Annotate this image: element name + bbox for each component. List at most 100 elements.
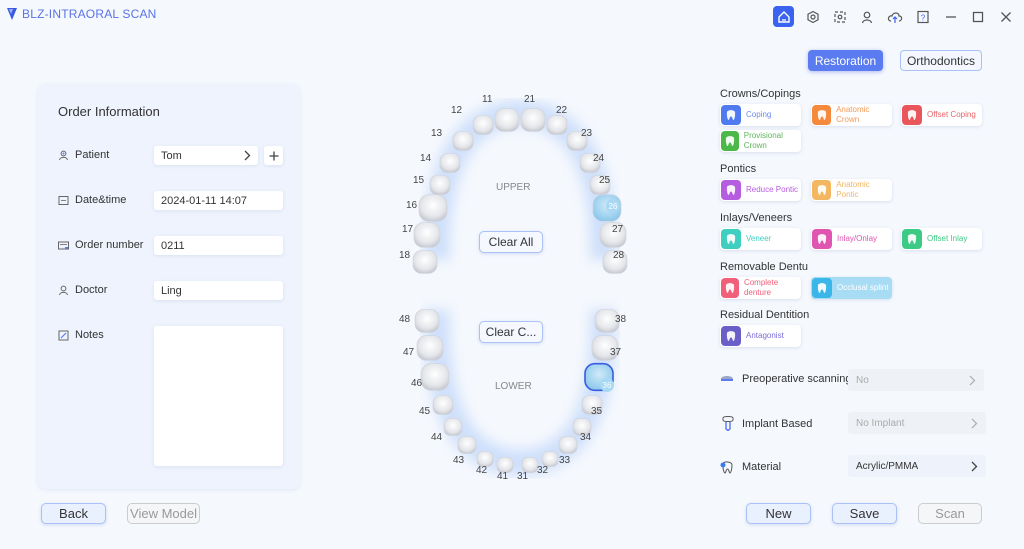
- tooth-number-label: 11: [482, 94, 493, 105]
- tooth-number-label: 45: [419, 406, 431, 417]
- section-title: Inlays/Veneers: [720, 212, 793, 224]
- patient-value: Tom: [161, 149, 182, 162]
- tooth-18[interactable]: [412, 250, 438, 274]
- add-patient-button[interactable]: [264, 146, 283, 165]
- tooth-43[interactable]: [457, 436, 477, 454]
- datetime-field[interactable]: 2024-01-11 14:07: [154, 191, 283, 210]
- restoration-type-offset-inlay[interactable]: Offset Inlay: [901, 228, 982, 250]
- restoration-type-veneer[interactable]: Veneer: [720, 228, 801, 250]
- chevron-right-icon: [244, 150, 251, 161]
- restoration-type-coping[interactable]: Coping: [720, 104, 801, 126]
- implant-label: Implant Based: [742, 417, 813, 430]
- tooth-icon: [812, 229, 832, 249]
- tooth-icon: [812, 105, 832, 125]
- material-select[interactable]: Acrylic/PMMA: [848, 455, 986, 477]
- cloud-upload-button[interactable]: [884, 6, 905, 27]
- datetime-label: Date&time: [75, 194, 127, 206]
- restoration-type-inlay-onlay[interactable]: Inlay/Onlay: [811, 228, 892, 250]
- doctor-field[interactable]: Ling: [154, 281, 283, 300]
- patient-select[interactable]: Tom: [154, 146, 258, 165]
- implant-select[interactable]: No Implant: [848, 412, 986, 434]
- scan-button[interactable]: Scan: [918, 503, 982, 524]
- tooth-number-label: 18: [399, 250, 411, 261]
- tooth-number-label: 12: [451, 105, 463, 116]
- tooth-number-label: 42: [476, 465, 488, 476]
- tooth-14[interactable]: [439, 153, 461, 173]
- restoration-type-label: Inlay/Onlay: [837, 234, 878, 243]
- tooth-number-label: 31: [517, 471, 529, 482]
- tooth-16[interactable]: [418, 194, 448, 222]
- close-icon: [1000, 11, 1011, 22]
- tooth-number-label: 28: [613, 250, 625, 261]
- tooth-48[interactable]: [414, 309, 440, 333]
- home-button[interactable]: [773, 6, 794, 27]
- restoration-type-label: Offset Coping: [927, 110, 976, 119]
- tab-restoration[interactable]: Restoration: [808, 50, 883, 71]
- save-button[interactable]: Save: [832, 503, 897, 524]
- user-icon: [861, 11, 872, 23]
- tooth-44[interactable]: [443, 418, 463, 436]
- tooth-number-label: 37: [610, 347, 622, 358]
- settings-button[interactable]: [802, 6, 823, 27]
- maximize-button[interactable]: [967, 6, 988, 27]
- order-number-field[interactable]: 0211: [154, 236, 283, 255]
- tooth-21[interactable]: [520, 108, 546, 132]
- new-button[interactable]: New: [746, 503, 811, 524]
- datetime-value: 2024-01-11 14:07: [161, 194, 248, 207]
- tooth-46[interactable]: [420, 363, 450, 391]
- restoration-type-occlusal-splint[interactable]: Occlusal splint: [811, 277, 892, 299]
- tooth-11[interactable]: [494, 108, 520, 132]
- close-button[interactable]: [995, 6, 1016, 27]
- tooth-number-label: 48: [399, 314, 411, 325]
- maximize-icon: [972, 11, 983, 22]
- datetime-label-row: Date&time: [58, 194, 126, 206]
- tooth-number-label: 27: [612, 224, 624, 235]
- patient-label-row: Patient: [58, 149, 109, 161]
- restoration-type-anatomic-pontic[interactable]: Anatomic Pontic: [811, 179, 892, 201]
- preoperative-label-row: Preoperative scanning: [720, 373, 851, 385]
- restoration-type-provisional-crown[interactable]: Provisional Crown: [720, 130, 801, 152]
- tooth-icon: [721, 105, 741, 125]
- tooth-33[interactable]: [558, 436, 578, 454]
- tooth-17[interactable]: [413, 222, 441, 248]
- preoperative-select[interactable]: No: [848, 369, 984, 391]
- order-number-value: 0211: [161, 239, 185, 252]
- lower-jaw-label: LOWER: [495, 381, 532, 392]
- view-model-button[interactable]: View Model: [127, 503, 200, 524]
- tooth-45[interactable]: [432, 395, 454, 415]
- restoration-type-anatomic-crown[interactable]: Anatomic Crown: [811, 104, 892, 126]
- tooth-13[interactable]: [452, 131, 474, 151]
- preoperative-icon: [721, 376, 733, 381]
- clear-upper-button[interactable]: Clear All: [479, 231, 543, 253]
- restoration-type-label: Reduce Pontic: [746, 185, 799, 194]
- tooth-icon: [721, 278, 739, 298]
- tooth-number-label: 16: [406, 200, 418, 211]
- restoration-type-offset-coping[interactable]: Offset Coping: [901, 104, 982, 126]
- restoration-type-antagonist[interactable]: Antagonist: [720, 325, 801, 347]
- user-button[interactable]: [856, 6, 877, 27]
- upper-jaw-label: UPPER: [496, 182, 531, 193]
- tooth-15[interactable]: [429, 175, 451, 195]
- tooth-47[interactable]: [416, 335, 444, 361]
- restoration-type-reduce-pontic[interactable]: Reduce Pontic: [720, 179, 801, 201]
- tooth-icon: [902, 105, 922, 125]
- chevron-right-icon: [969, 375, 976, 385]
- restoration-type-label: Veneer: [746, 234, 772, 243]
- notes-textarea[interactable]: [154, 326, 283, 466]
- back-button[interactable]: Back: [41, 503, 106, 524]
- restoration-type-complete-denture[interactable]: Complete denture: [720, 277, 801, 299]
- restoration-type-label: Complete denture: [743, 278, 779, 297]
- minimize-button[interactable]: [940, 6, 961, 27]
- order-information-title: Order Information: [58, 104, 160, 119]
- tooth-22[interactable]: [546, 115, 568, 135]
- tooth-icon: [812, 180, 832, 200]
- clear-lower-button[interactable]: Clear C...: [479, 321, 543, 343]
- help-button[interactable]: ?: [912, 6, 933, 27]
- tab-orthodontics[interactable]: Orthodontics: [900, 50, 982, 71]
- scan-frame-button[interactable]: [829, 6, 850, 27]
- tooth-number-label: 35: [591, 406, 603, 417]
- tooth-number-label: 43: [453, 455, 465, 466]
- section-title: Crowns/Copings: [720, 88, 801, 100]
- minimize-icon: [945, 15, 956, 18]
- tooth-12[interactable]: [472, 115, 494, 135]
